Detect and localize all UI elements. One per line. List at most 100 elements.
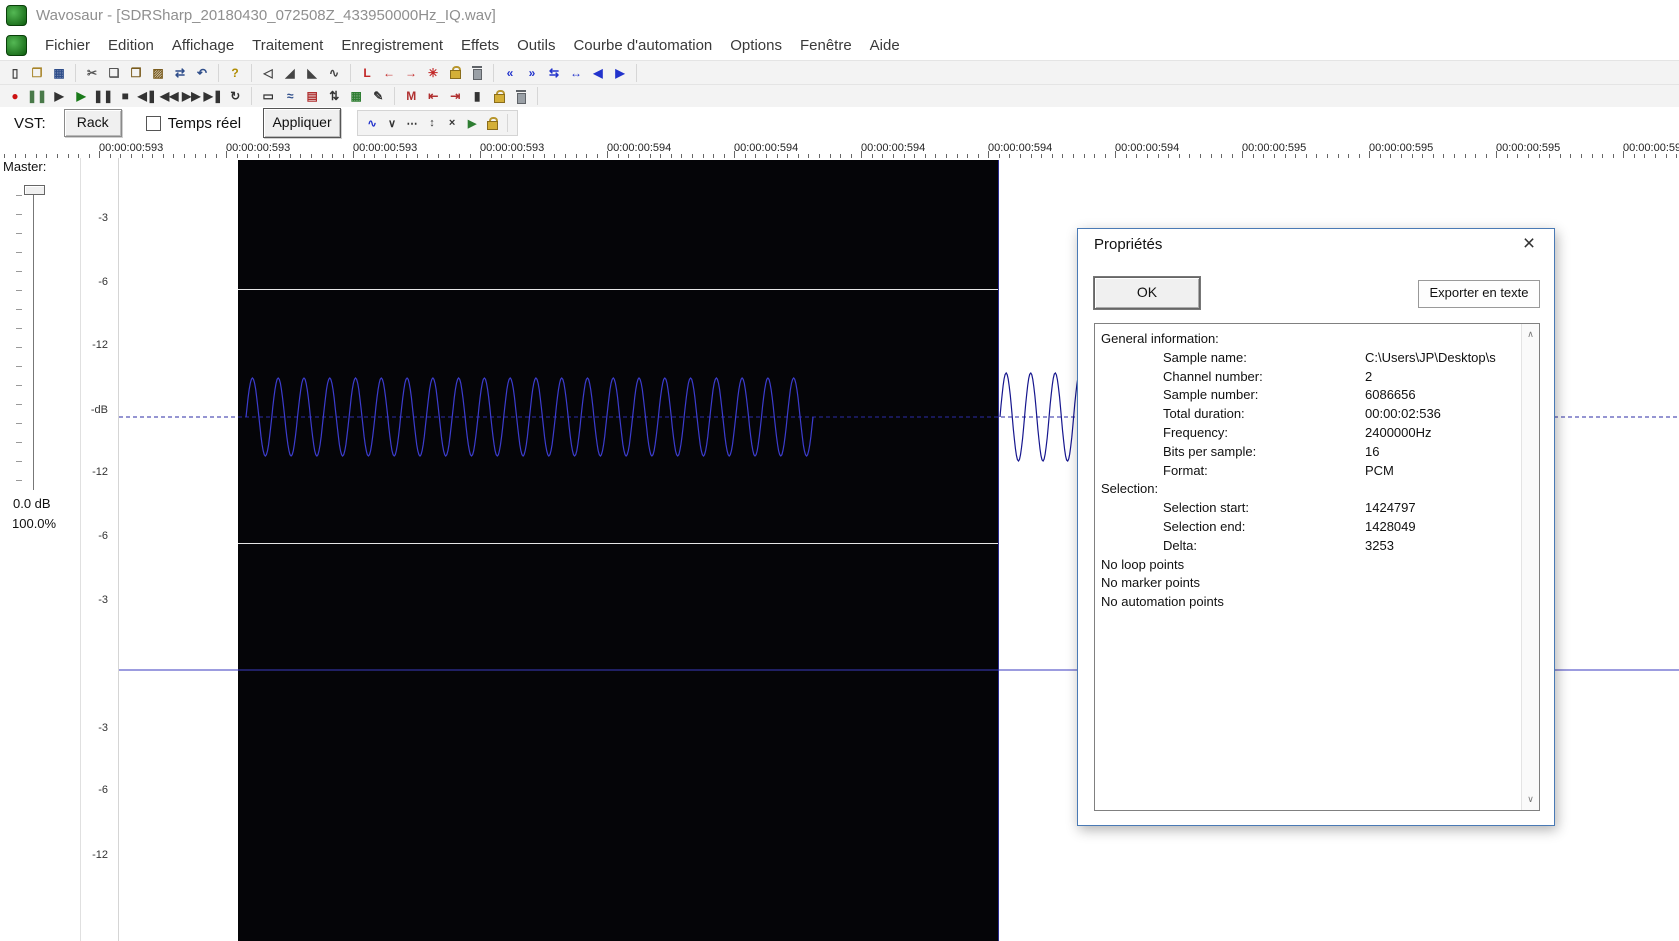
toolbar-main: ▯ ❐ ▦ ✂ ❏ ❒ ▨ ⇄ ↶? ◁ ◢ ◣ ∿ L ← → ✳ «» ⇆ ↔ ◀ ▶	[0, 60, 1679, 85]
stop-icon[interactable]: ■	[115, 87, 135, 105]
marker-all-icon[interactable]: ✳	[423, 64, 443, 82]
menu-item-fenetre[interactable]: Fenêtre	[791, 33, 861, 58]
nudge-left-icon[interactable]: ⇤	[423, 87, 443, 105]
db-scale-label: -6	[98, 276, 108, 288]
fader-tick	[16, 233, 22, 234]
ruler-label: 00:00:00:593	[480, 142, 545, 154]
open-folder-icon[interactable]: ❐	[27, 64, 47, 82]
menu-item-enregistrement[interactable]: Enregistrement	[332, 33, 452, 58]
play-curve-icon[interactable]: ▶	[463, 114, 481, 132]
zoom-sel-start-icon[interactable]: «	[500, 64, 520, 82]
close-curve-icon[interactable]: ×	[443, 114, 461, 132]
swap-channels-icon[interactable]: ⇄	[170, 64, 190, 82]
scrollbar[interactable]: ∧ ∨	[1521, 324, 1539, 810]
automation-curve-icon[interactable]: ∿	[363, 114, 381, 132]
go-start-icon[interactable]: ◀❚	[137, 87, 157, 105]
menu-item-outils[interactable]: Outils	[508, 33, 564, 58]
midi-icon[interactable]: M	[401, 87, 421, 105]
apply-button[interactable]: Appliquer	[263, 108, 342, 138]
property-label: Selection:	[1101, 481, 1159, 497]
pause-icon[interactable]: ❚❚	[93, 87, 113, 105]
save-icon[interactable]: ▦	[49, 64, 69, 82]
resample-icon[interactable]: ⇅	[324, 87, 344, 105]
new-file-icon[interactable]: ▯	[5, 64, 25, 82]
play-from-cursor-icon[interactable]: ▶	[49, 87, 69, 105]
db-scale-label: -6	[98, 784, 108, 796]
time-ruler[interactable]: 00:00:00:593 00:00:00:593 00:00:00:593 00:0…	[0, 140, 1679, 159]
pause-alt-icon[interactable]: ❚❚	[27, 87, 47, 105]
menu-item-effets[interactable]: Effets	[452, 33, 508, 58]
paste-icon[interactable]: ❒	[126, 64, 146, 82]
channel-view-icon[interactable]: ▮	[467, 87, 487, 105]
next-view-icon[interactable]: ▶	[610, 64, 630, 82]
lock-curve-icon[interactable]	[483, 114, 501, 132]
ruler-label: 00:00:00:594	[988, 142, 1053, 154]
property-row: Selection end: 1428049	[1097, 518, 1537, 537]
marker-left-icon[interactable]: ←	[379, 64, 399, 82]
scroll-down-icon[interactable]: ∨	[1522, 791, 1539, 808]
close-icon[interactable]: ×	[1516, 231, 1542, 257]
paste-insert-icon[interactable]: ▨	[148, 64, 168, 82]
cut-icon[interactable]: ✂	[82, 64, 102, 82]
application-window: Wavosaur - [SDRSharp_20180430_072508Z_43…	[0, 0, 1679, 941]
draw-icon[interactable]: ✎	[368, 87, 388, 105]
nudge-right-icon[interactable]: ⇥	[445, 87, 465, 105]
export-text-button[interactable]: Exporter en texte	[1418, 280, 1540, 308]
menu-item-aide[interactable]: Aide	[861, 33, 909, 58]
db-scale-label: -dB	[90, 404, 108, 416]
loop-point-icon[interactable]: L	[357, 64, 377, 82]
zoom-selection-icon[interactable]: ⇆	[544, 64, 564, 82]
delete-selection-icon[interactable]	[511, 87, 531, 105]
zoom-fit-icon[interactable]: ↔	[566, 64, 586, 82]
loop-playback-icon[interactable]: ↻	[225, 87, 245, 105]
spectrum-icon[interactable]: ≈	[280, 87, 300, 105]
more-icon[interactable]: ⋯	[403, 114, 421, 132]
realtime-checkbox[interactable]	[145, 115, 161, 131]
crossfade-icon[interactable]: ∿	[324, 64, 344, 82]
fade-in-icon[interactable]: ◢	[280, 64, 300, 82]
document-system-icon[interactable]	[6, 34, 27, 56]
scroll-up-icon[interactable]: ∧	[1522, 326, 1539, 343]
undo-icon[interactable]: ↶	[192, 64, 212, 82]
play-icon[interactable]: ▶	[71, 87, 91, 105]
volume-icon[interactable]: ◁	[258, 64, 278, 82]
resize-icon[interactable]: ↕	[423, 114, 441, 132]
master-slider-track[interactable]	[33, 188, 34, 490]
marker-right-icon[interactable]: →	[401, 64, 421, 82]
menu-item-courbe-d-automation[interactable]: Courbe d'automation	[564, 33, 721, 58]
db-scale-label: -12	[92, 466, 108, 478]
menu-item-affichage[interactable]: Affichage	[163, 33, 243, 58]
insert-silence-icon[interactable]: ▭	[258, 87, 278, 105]
ruler-label: 00:00:00:593	[226, 142, 291, 154]
statistics-icon[interactable]: ▤	[302, 87, 322, 105]
menu-item-traitement[interactable]: Traitement	[243, 33, 332, 58]
menu-item-fichier[interactable]: Fichier	[36, 33, 99, 58]
ruler-label: 00:00:00:593	[99, 142, 164, 154]
forward-icon[interactable]: ▶▶	[181, 87, 201, 105]
curve-select-icon[interactable]: ∨	[383, 114, 401, 132]
menu-items: Fichier Edition Affichage Traitement Enregis…	[36, 33, 909, 58]
delete-markers-icon[interactable]	[467, 64, 487, 82]
lock-markers-icon[interactable]	[445, 64, 465, 82]
fade-out-icon[interactable]: ◣	[302, 64, 322, 82]
menu-item-edition[interactable]: Edition	[99, 33, 163, 58]
property-label: Bits per sample:	[1163, 443, 1257, 459]
rack-button[interactable]: Rack	[63, 109, 122, 137]
property-label: No marker points	[1101, 575, 1200, 591]
master-slider-thumb[interactable]	[24, 185, 45, 195]
grid-icon[interactable]: ▦	[346, 87, 366, 105]
ok-button[interactable]: OK	[1094, 277, 1200, 309]
lock-edit-icon[interactable]	[489, 87, 509, 105]
property-label: Channel number:	[1163, 368, 1263, 384]
prev-view-icon[interactable]: ◀	[588, 64, 608, 82]
menu-item-options[interactable]: Options	[721, 33, 791, 58]
rewind-icon[interactable]: ◀◀	[159, 87, 179, 105]
properties-list[interactable]: General information: Sample name: C:\Users…	[1094, 323, 1540, 811]
ruler-label: 00:00:00:593	[353, 142, 418, 154]
go-end-icon[interactable]: ▶❚	[203, 87, 223, 105]
record-icon[interactable]: ●	[5, 87, 25, 105]
help-icon[interactable]: ?	[225, 64, 245, 82]
zoom-sel-end-icon[interactable]: »	[522, 64, 542, 82]
copy-icon[interactable]: ❏	[104, 64, 124, 82]
realtime-label: Temps réel	[167, 114, 242, 132]
